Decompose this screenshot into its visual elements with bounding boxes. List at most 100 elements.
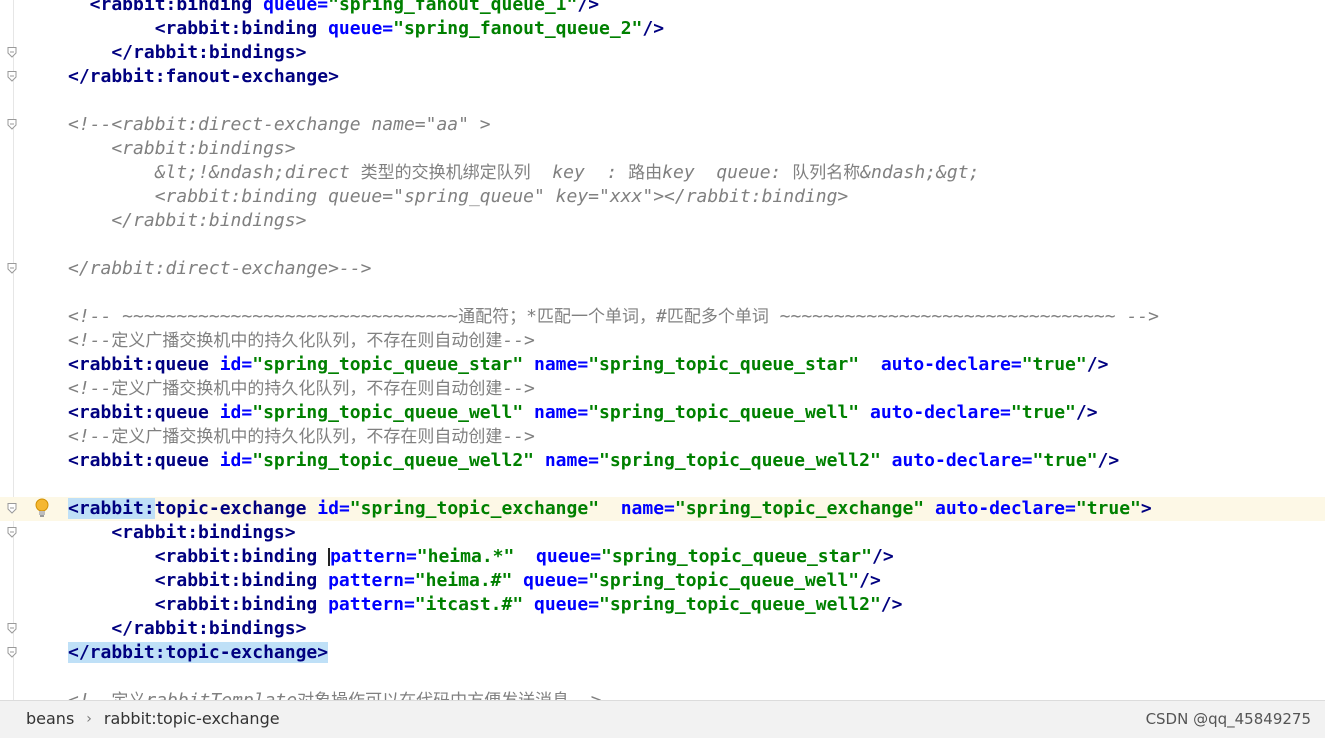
code-token: <!-- ~~~~~~~~~~~~~~~~~~~~~~~~~~~~~~~: [68, 306, 459, 327]
code-token: queue=: [328, 18, 394, 39]
code-line[interactable]: <rabbit:queue id="spring_topic_queue_wel…: [0, 401, 1325, 425]
code-text: <!-- ~~~~~~~~~~~~~~~~~~~~~~~~~~~~~~~通配符；…: [68, 305, 1159, 329]
code-token: 路由: [628, 163, 663, 183]
code-line[interactable]: <!--<rabbit:direct-exchange name="aa" >: [0, 113, 1325, 137]
code-token: "true": [1021, 354, 1087, 375]
code-token: 定义广播交换机中的持久化队列，不存在则自动创建: [111, 427, 503, 447]
code-text: <!--定义广播交换机中的持久化队列，不存在则自动创建-->: [68, 329, 535, 353]
code-text: </rabbit:bindings>: [68, 209, 306, 233]
fold-marker-icon[interactable]: [7, 623, 17, 634]
code-token: id=: [317, 498, 350, 519]
fold-marker-icon[interactable]: [7, 47, 17, 58]
code-token: 定义: [111, 691, 145, 700]
code-line[interactable]: </rabbit:topic-exchange>: [0, 641, 1325, 665]
code-token: auto-declare=: [924, 498, 1076, 519]
code-line[interactable]: <rabbit:bindings>: [0, 137, 1325, 161]
code-line[interactable]: [0, 281, 1325, 305]
code-text: </rabbit:bindings>: [68, 41, 306, 65]
chevron-right-icon: ›: [86, 710, 92, 727]
code-token: <rabbit:binding: [68, 0, 264, 15]
code-token: id=: [219, 354, 253, 375]
code-line[interactable]: <!--定义广播交换机中的持久化队列，不存在则自动创建-->: [0, 329, 1325, 353]
code-token: "spring_topic_queue_well2": [599, 450, 881, 471]
code-line[interactable]: [0, 89, 1325, 113]
code-token: pattern=: [328, 594, 415, 615]
code-token: "heima.*": [416, 546, 515, 567]
code-text: &lt;!&ndash;direct 类型的交换机绑定队列 key : 路由ke…: [68, 161, 980, 185]
code-text: <rabbit:binding queue="spring_queue" key…: [68, 185, 849, 209]
code-line[interactable]: <!-- ~~~~~~~~~~~~~~~~~~~~~~~~~~~~~~~通配符；…: [0, 305, 1325, 329]
code-lines[interactable]: <rabbit:binding queue="spring_fanout_que…: [0, 0, 1325, 700]
code-line[interactable]: &lt;!&ndash;direct 类型的交换机绑定队列 key : 路由ke…: [0, 161, 1325, 185]
code-line[interactable]: </rabbit:fanout-exchange>: [0, 65, 1325, 89]
code-token: name=: [599, 498, 675, 519]
code-token: />: [880, 594, 903, 615]
fold-marker-icon[interactable]: [7, 71, 17, 82]
code-token: "true": [1075, 498, 1141, 519]
code-token: <!--: [68, 426, 112, 447]
code-token: >: [1140, 498, 1152, 519]
fold-marker-icon[interactable]: [7, 263, 17, 274]
code-line[interactable]: <rabbit:queue id="spring_topic_queue_sta…: [0, 353, 1325, 377]
code-token: <rabbit:binding: [68, 546, 329, 567]
code-line[interactable]: <rabbit:binding pattern="heima.#" queue=…: [0, 569, 1325, 593]
code-token: </rabbit:topic-exchange>: [68, 642, 329, 663]
code-line[interactable]: </rabbit:bindings>: [0, 41, 1325, 65]
code-token: <rabbit:binding: [68, 570, 329, 591]
code-line[interactable]: <!--定义rabbitTemplate对象操作可以在代码中方便发送消息-->: [0, 689, 1325, 700]
code-line[interactable]: [0, 473, 1325, 497]
code-line[interactable]: </rabbit:direct-exchange>-->: [0, 257, 1325, 281]
breadcrumb-item-beans[interactable]: beans: [26, 709, 74, 728]
code-token: auto-declare=: [859, 354, 1022, 375]
code-token: "spring_fanout_queue_1": [328, 0, 578, 15]
code-token: </rabbit:direct-exchange>-->: [68, 258, 372, 279]
code-line[interactable]: <rabbit:binding queue="spring_fanout_que…: [0, 0, 1325, 17]
code-text: <!--定义广播交换机中的持久化队列，不存在则自动创建-->: [68, 425, 535, 449]
code-text: <!--定义rabbitTemplate对象操作可以在代码中方便发送消息-->: [68, 689, 602, 700]
code-token: queue=: [263, 0, 329, 15]
code-line[interactable]: <rabbit:binding pattern="itcast.#" queue…: [0, 593, 1325, 617]
code-text: <rabbit:binding pattern="itcast.#" queue…: [68, 593, 903, 617]
code-line[interactable]: <rabbit:topic-exchange id="spring_topic_…: [0, 497, 1325, 521]
fold-marker-icon[interactable]: [7, 119, 17, 130]
code-token: <rabbit:queue: [68, 450, 220, 471]
fold-marker-icon[interactable]: [7, 503, 17, 514]
code-editor[interactable]: <rabbit:binding queue="spring_fanout_que…: [0, 0, 1325, 700]
code-token: "true": [1032, 450, 1098, 471]
breadcrumb-item-topic-exchange[interactable]: rabbit:topic-exchange: [104, 709, 280, 728]
code-text: <rabbit:queue id="spring_topic_queue_wel…: [68, 401, 1098, 425]
code-line[interactable]: <!--定义广播交换机中的持久化队列，不存在则自动创建-->: [0, 377, 1325, 401]
code-token: </rabbit:bindings>: [68, 618, 307, 639]
intention-bulb-icon[interactable]: [35, 498, 49, 518]
code-line[interactable]: <rabbit:bindings>: [0, 521, 1325, 545]
code-token: queue=: [512, 570, 589, 591]
code-token: />: [871, 546, 894, 567]
code-text: </rabbit:topic-exchange>: [68, 641, 329, 665]
code-line[interactable]: <rabbit:queue id="spring_topic_queue_wel…: [0, 449, 1325, 473]
code-line[interactable]: <rabbit:binding queue="spring_queue" key…: [0, 185, 1325, 209]
code-token: />: [859, 570, 881, 591]
code-line[interactable]: <rabbit:binding queue="spring_fanout_que…: [0, 17, 1325, 41]
code-token: "spring_topic_exchange": [349, 498, 600, 519]
code-line[interactable]: </rabbit:bindings>: [0, 617, 1325, 641]
code-text: <rabbit:binding pattern="heima.#" queue=…: [68, 569, 881, 593]
code-token: "spring_topic_queue_well": [588, 402, 860, 423]
fold-marker-icon[interactable]: [7, 647, 17, 658]
code-text: <rabbit:binding queue="spring_fanout_que…: [68, 17, 664, 41]
code-token: 通配符；: [458, 307, 527, 327]
code-text: </rabbit:direct-exchange>-->: [68, 257, 371, 281]
code-token: <rabbit:binding: [68, 18, 329, 39]
code-line[interactable]: [0, 233, 1325, 257]
code-line[interactable]: <!--定义广播交换机中的持久化队列，不存在则自动创建-->: [0, 425, 1325, 449]
code-token: queue=: [523, 594, 600, 615]
code-token: pattern=: [330, 546, 417, 567]
code-token: <rabbit:bindings>: [68, 138, 296, 159]
code-text: <rabbit:bindings>: [68, 137, 296, 161]
code-text: </rabbit:bindings>: [68, 617, 306, 641]
code-line[interactable]: </rabbit:bindings>: [0, 209, 1325, 233]
code-line[interactable]: [0, 665, 1325, 689]
code-token: &ndash;&gt;: [860, 162, 980, 183]
fold-marker-icon[interactable]: [7, 527, 17, 538]
code-line[interactable]: <rabbit:binding pattern="heima.*" queue=…: [0, 545, 1325, 569]
code-token: *: [526, 306, 537, 327]
